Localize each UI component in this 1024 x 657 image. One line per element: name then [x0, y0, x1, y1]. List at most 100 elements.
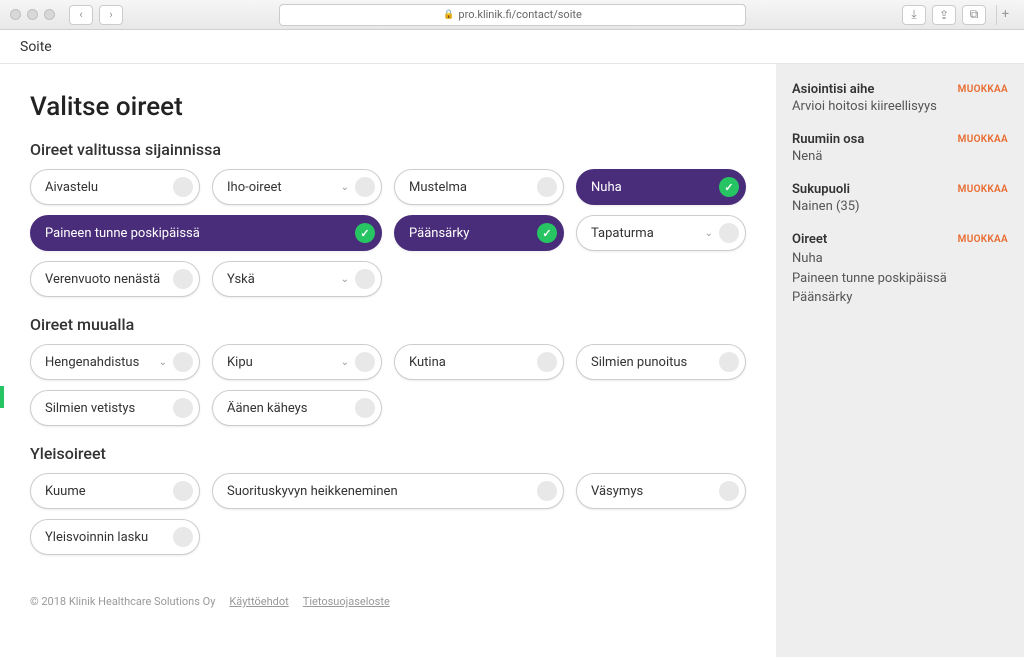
symptom-pill[interactable]: Äänen käheys [212, 390, 382, 426]
chevron-down-icon: ⌄ [341, 182, 349, 193]
symptom-pill[interactable]: Silmien punoitus [576, 344, 746, 380]
toggle-circle[interactable] [537, 177, 557, 197]
pill-label: Yleisvoinnin lasku [45, 530, 173, 545]
footer: © 2018 Klinik Healthcare Solutions Oy Kä… [30, 595, 746, 608]
maximize-window-icon[interactable] [44, 9, 55, 20]
pill-label: Nuha [591, 180, 719, 195]
close-window-icon[interactable] [10, 9, 21, 20]
chevron-down-icon: ⌄ [341, 274, 349, 285]
edit-button[interactable]: MUOKKAA [958, 184, 1008, 195]
pill-label: Verenvuoto nenästä [45, 272, 173, 287]
toggle-circle[interactable] [173, 352, 193, 372]
pill-label: Kutina [409, 355, 537, 370]
forward-button[interactable]: › [99, 5, 123, 25]
section3-heading: Yleisoireet [30, 444, 746, 463]
symptom-pill[interactable]: Päänsärky [394, 215, 564, 251]
tabs-icon[interactable]: ⧉ [962, 5, 986, 25]
toggle-circle[interactable] [719, 352, 739, 372]
pill-label: Yskä [227, 272, 341, 287]
symptom-pill[interactable]: Kuume [30, 473, 200, 509]
sidebar-group-list: NuhaPaineen tunne poskipäissäPäänsärky [792, 249, 1008, 308]
pill-label: Hengenahdistus [45, 355, 159, 370]
symptom-pill[interactable]: Nuha [576, 169, 746, 205]
sidebar: Asiointisi aiheMUOKKAAArvioi hoitosi kii… [776, 64, 1024, 657]
toggle-circle[interactable] [355, 177, 375, 197]
symptom-pill[interactable]: Suorituskyvyn heikkeneminen [212, 473, 564, 509]
sidebar-group-value: Nainen (35) [792, 199, 1008, 214]
edit-button[interactable]: MUOKKAA [958, 234, 1008, 245]
toggle-circle[interactable] [173, 398, 193, 418]
pill-label: Mustelma [409, 180, 537, 195]
lock-icon: 🔒 [443, 10, 454, 20]
main-content: Valitse oireet Oireet valitussa sijainni… [0, 64, 776, 657]
toggle-circle[interactable] [719, 481, 739, 501]
symptom-pill[interactable]: Paineen tunne poskipäissä [30, 215, 382, 251]
symptom-pill[interactable]: Verenvuoto nenästä [30, 261, 200, 297]
sidebar-list-item: Nuha [792, 249, 1008, 269]
sidebar-group: Ruumiin osaMUOKKAANenä [792, 132, 1008, 164]
pill-label: Paineen tunne poskipäissä [45, 226, 355, 241]
edit-button[interactable]: MUOKKAA [958, 134, 1008, 145]
symptom-pill[interactable]: Aivastelu [30, 169, 200, 205]
symptom-pill[interactable]: Yskä⌄ [212, 261, 382, 297]
new-tab-button[interactable]: + [996, 5, 1014, 25]
pill-label: Silmien punoitus [591, 355, 719, 370]
symptom-pill[interactable]: Iho-oireet⌄ [212, 169, 382, 205]
toggle-circle[interactable] [173, 269, 193, 289]
edit-button[interactable]: MUOKKAA [958, 84, 1008, 95]
toggle-circle[interactable] [173, 481, 193, 501]
section1-heading: Oireet valitussa sijainnissa [30, 140, 746, 159]
symptom-pill[interactable]: Kutina [394, 344, 564, 380]
app-body: Valitse oireet Oireet valitussa sijainni… [0, 64, 1024, 657]
sidebar-group: SukupuoliMUOKKAANainen (35) [792, 182, 1008, 214]
sidebar-group-value: Arvioi hoitosi kiireellisyys [792, 99, 1008, 114]
sidebar-list-item: Päänsärky [792, 288, 1008, 308]
section2-grid: Hengenahdistus⌄Kipu⌄KutinaSilmien punoit… [30, 344, 746, 426]
share-icon[interactable]: ⇪ [932, 5, 956, 25]
browser-chrome: ‹ › 🔒 pro.klinik.fi/contact/soite ⤓ ⇪ ⧉ … [0, 0, 1024, 30]
app-header: Soite [0, 30, 1024, 64]
section1-grid: AivasteluIho-oireet⌄MustelmaNuhaPaineen … [30, 169, 746, 297]
sidebar-group: Asiointisi aiheMUOKKAAArvioi hoitosi kii… [792, 82, 1008, 114]
toggle-circle[interactable] [537, 352, 557, 372]
symptom-pill[interactable]: Kipu⌄ [212, 344, 382, 380]
toggle-circle[interactable] [173, 527, 193, 547]
minimize-window-icon[interactable] [27, 9, 38, 20]
pill-label: Kipu [227, 355, 341, 370]
chevron-down-icon: ⌄ [159, 357, 167, 368]
terms-link[interactable]: Käyttöehdot [229, 595, 288, 608]
symptom-pill[interactable]: Silmien vetistys [30, 390, 200, 426]
check-icon[interactable] [355, 223, 375, 243]
pill-label: Silmien vetistys [45, 401, 173, 416]
download-icon[interactable]: ⤓ [902, 5, 926, 25]
sidebar-group: OireetMUOKKAANuhaPaineen tunne poskipäis… [792, 232, 1008, 308]
toggle-circle[interactable] [355, 352, 375, 372]
toggle-circle[interactable] [537, 481, 557, 501]
privacy-link[interactable]: Tietosuojaseloste [303, 595, 390, 608]
check-icon[interactable] [537, 223, 557, 243]
pill-label: Päänsärky [409, 226, 537, 241]
symptom-pill[interactable]: Väsymys [576, 473, 746, 509]
symptom-pill[interactable]: Mustelma [394, 169, 564, 205]
symptom-pill[interactable]: Hengenahdistus⌄ [30, 344, 200, 380]
page-title: Valitse oireet [30, 92, 746, 122]
app-title: Soite [20, 39, 52, 55]
toggle-circle[interactable] [355, 398, 375, 418]
url-text: pro.klinik.fi/contact/soite [458, 8, 581, 21]
progress-indicator [0, 386, 4, 408]
pill-label: Aivastelu [45, 180, 173, 195]
symptom-pill[interactable]: Tapaturma⌄ [576, 215, 746, 251]
url-bar[interactable]: 🔒 pro.klinik.fi/contact/soite [279, 4, 746, 26]
pill-label: Kuume [45, 484, 173, 499]
symptom-pill[interactable]: Yleisvoinnin lasku [30, 519, 200, 555]
back-button[interactable]: ‹ [69, 5, 93, 25]
pill-label: Iho-oireet [227, 180, 341, 195]
toggle-circle[interactable] [173, 177, 193, 197]
check-icon[interactable] [719, 177, 739, 197]
chrome-right: ⤓ ⇪ ⧉ [902, 5, 986, 25]
toggle-circle[interactable] [355, 269, 375, 289]
pill-label: Äänen käheys [227, 401, 355, 416]
sidebar-list-item: Paineen tunne poskipäissä [792, 269, 1008, 289]
chevron-down-icon: ⌄ [705, 228, 713, 239]
toggle-circle[interactable] [719, 223, 739, 243]
